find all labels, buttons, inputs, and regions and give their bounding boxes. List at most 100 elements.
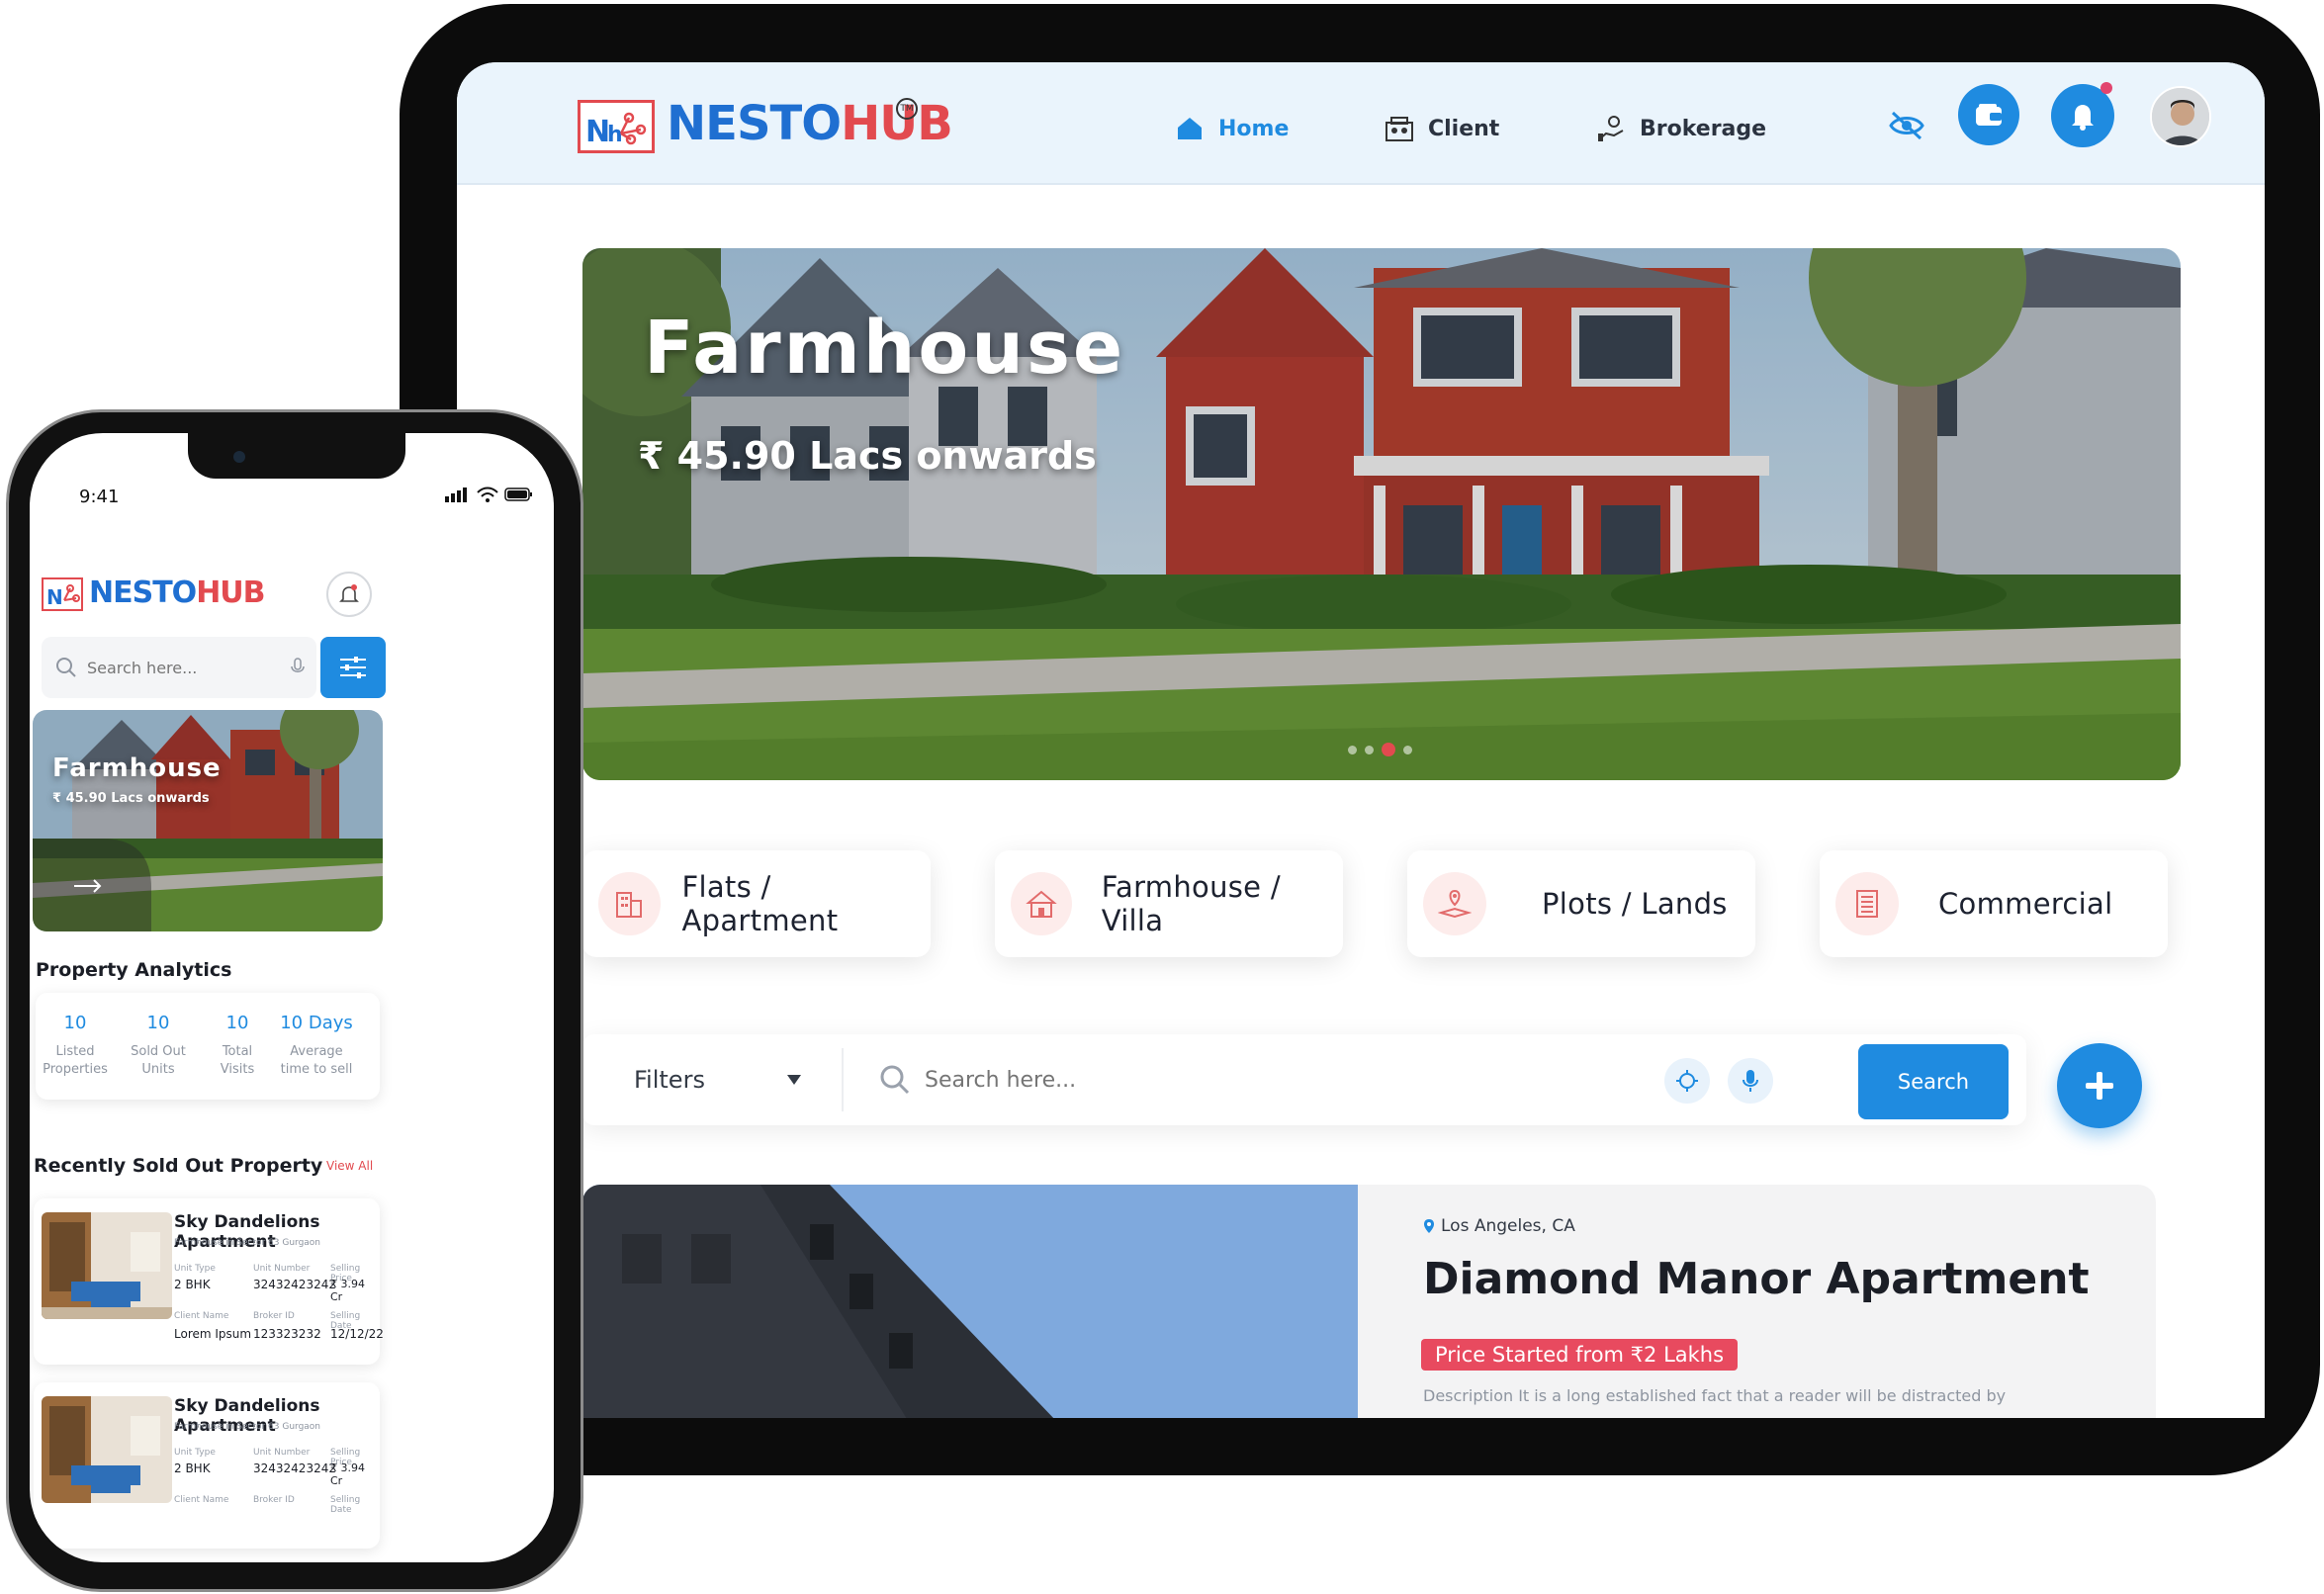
- house-photo: [33, 710, 383, 931]
- plus-icon: [2086, 1072, 2113, 1100]
- filters-dropdown[interactable]: Filters: [634, 1060, 802, 1100]
- unit-type-label: Unit Type: [174, 1264, 216, 1274]
- search-icon: [56, 658, 76, 677]
- bell-icon: [2072, 105, 2094, 131]
- category-label: Flats / Apartment: [681, 870, 839, 937]
- unit-type-label: Unit Type: [174, 1448, 216, 1458]
- brokerage-icon: [1596, 114, 1626, 143]
- price-tag: Price Started from ₹2 Lakhs: [1421, 1339, 1739, 1371]
- nav-client-label: Client: [1428, 116, 1500, 141]
- location-button[interactable]: [1664, 1058, 1710, 1104]
- search-bar: Filters: [582, 1034, 2026, 1125]
- filters-label: Filters: [634, 1066, 705, 1094]
- phone-filter-button[interactable]: [320, 637, 386, 698]
- nav-brokerage[interactable]: Brokerage: [1596, 114, 1766, 143]
- eye-off-icon: [1889, 111, 1924, 140]
- phone-search-input[interactable]: [87, 655, 275, 680]
- analytics-card: 10 Listed Properties 10 Sold Out Units 10 …: [36, 993, 380, 1100]
- phone-hero-price: ₹ 45.90 Lacs onwards: [52, 791, 210, 806]
- stat-label: Average time to sell: [280, 1044, 353, 1077]
- search-button[interactable]: Search: [1858, 1044, 2009, 1119]
- apartment-icon: [598, 872, 661, 935]
- plot-icon: [1423, 872, 1486, 935]
- status-time: 9:41: [79, 487, 120, 507]
- divider: [842, 1048, 844, 1111]
- recent-title: Recently Sold Out Property: [34, 1155, 323, 1177]
- stat-average[interactable]: 10 Days Average time to sell: [257, 993, 376, 1079]
- phone-hero-title: Farmhouse: [52, 753, 222, 783]
- analytics-title: Property Analytics: [36, 959, 232, 981]
- svg-text:h: h: [607, 123, 623, 147]
- price-value: ₹ 3.94 Cr: [330, 1278, 365, 1303]
- user-photo-icon: [2152, 88, 2209, 145]
- avatar[interactable]: [2150, 86, 2211, 147]
- wallet-button[interactable]: [1958, 84, 2019, 145]
- microphone-icon[interactable]: [291, 658, 305, 677]
- unit-number-label: Unit Number: [253, 1264, 311, 1274]
- svg-text:N: N: [46, 585, 63, 608]
- price-value: ₹ 3.94 Cr: [330, 1461, 365, 1487]
- chevron-down-icon: [787, 1075, 801, 1085]
- phone-screen: 9:41 N NESTOHUB Search here... Farmhouse…: [30, 433, 554, 1562]
- trademark-badge: TM: [896, 98, 918, 120]
- logo-icon: N h: [585, 112, 647, 149]
- villa-icon: [1011, 872, 1072, 935]
- stat-value: 10 Days: [280, 1013, 353, 1033]
- room-photo: [42, 1396, 172, 1503]
- phone-hero-banner[interactable]: Farmhouse ₹ 45.90 Lacs onwards: [33, 710, 383, 931]
- search-input[interactable]: [925, 1058, 1380, 1102]
- category-flats[interactable]: Flats / Apartment: [582, 850, 931, 957]
- broker-value: 123323232: [253, 1327, 321, 1341]
- sold-property-card[interactable]: Sky Dandelions Apartment Farmhouse in Se…: [34, 1382, 380, 1549]
- status-icons: [445, 487, 534, 502]
- category-plots[interactable]: Plots / Lands: [1407, 850, 1755, 957]
- sold-property-card[interactable]: Sky Dandelions Apartment Farmhouse in Se…: [34, 1198, 384, 1365]
- client-label: Client Name: [174, 1495, 229, 1505]
- unit-type-value: 2 BHK: [174, 1278, 211, 1291]
- carousel-dot[interactable]: [1403, 745, 1412, 754]
- microphone-icon: [1743, 1070, 1758, 1092]
- nav-client[interactable]: Client: [1385, 114, 1499, 143]
- carousel-dot[interactable]: [1365, 745, 1374, 754]
- carousel-dot[interactable]: [1348, 745, 1357, 754]
- sold-subtitle: Farmhouse in Sector 63 Gurgaon: [174, 1422, 321, 1432]
- logo-icon: N: [46, 584, 80, 608]
- nav-home-label: Home: [1218, 116, 1290, 141]
- broker-label: Broker ID: [253, 1495, 295, 1505]
- commercial-icon: [1835, 872, 1899, 935]
- client-value: Lorem Ipsum: [174, 1327, 252, 1341]
- top-navbar: N h NESTOHUB TM Home Client Brokerage: [457, 62, 2265, 185]
- home-icon: [1175, 114, 1205, 143]
- category-label: Plots / Lands: [1542, 887, 1728, 921]
- signal-icon: [445, 487, 467, 502]
- phone-brand-name[interactable]: NESTOHUB: [89, 576, 266, 610]
- add-property-button[interactable]: [2057, 1043, 2142, 1128]
- listing-title: Diamond Manor Apartment: [1423, 1254, 2090, 1304]
- visibility-toggle-button[interactable]: [1877, 100, 1936, 151]
- phone-logo-mark[interactable]: N: [42, 577, 83, 611]
- carousel-dot-active[interactable]: [1382, 743, 1395, 756]
- brand-logo-mark[interactable]: N h: [578, 100, 655, 153]
- listing-location: Los Angeles, CA: [1441, 1216, 1575, 1236]
- phone-notch: [188, 433, 405, 479]
- unit-number-value: 32432423242: [253, 1461, 336, 1475]
- front-camera: [233, 451, 245, 463]
- client-label: Client Name: [174, 1311, 229, 1321]
- building-photo: [582, 1185, 1358, 1418]
- date-value: 12/12/22: [330, 1327, 384, 1341]
- voice-button[interactable]: [1728, 1058, 1773, 1104]
- hero-price: ₹ 45.90 Lacs onwards: [638, 434, 1097, 478]
- phone-notification-button[interactable]: [326, 572, 372, 617]
- hero-banner[interactable]: Farmhouse ₹ 45.90 Lacs onwards: [582, 248, 2181, 780]
- phone-search-field[interactable]: [42, 637, 316, 698]
- view-all-link[interactable]: View All: [326, 1159, 373, 1173]
- category-commercial[interactable]: Commercial: [1820, 850, 2168, 957]
- featured-listing-card[interactable]: Los Angeles, CA Diamond Manor Apartment …: [582, 1185, 2156, 1418]
- sold-subtitle: Farmhouse in Sector 63 Gurgaon: [174, 1238, 321, 1248]
- nav-home[interactable]: Home: [1175, 114, 1289, 143]
- phone-screen-wrapper: 9:41 N NESTOHUB Search here... Farmhouse…: [6, 409, 583, 1592]
- listing-description: Description It is a long established fac…: [1423, 1386, 2007, 1405]
- battery-icon: [504, 487, 532, 501]
- room-photo: [42, 1212, 172, 1319]
- category-farmhouse[interactable]: Farmhouse / Villa: [995, 850, 1343, 957]
